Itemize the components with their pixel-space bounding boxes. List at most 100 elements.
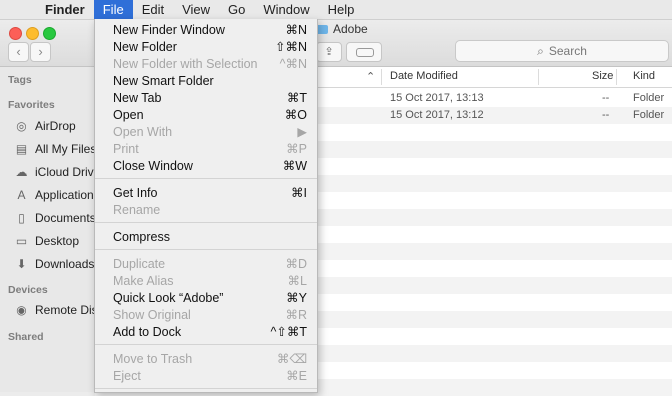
menu-item-new-tab[interactable]: New Tab ⌘T [95,90,317,107]
forward-button[interactable]: › [30,42,51,62]
chevron-left-icon: ‹ [16,44,21,59]
sidebar-item-desktop[interactable]: ▭ Desktop [14,232,94,250]
menu-view[interactable]: View [173,0,219,19]
sidebar-shared-header: Shared [8,331,44,343]
sidebar-item-label: AirDrop [35,119,76,133]
menu-item-shortcut: ⌘T [286,91,307,105]
file-menu: New Finder Window ⌘N New Folder ⇧⌘N New … [94,19,318,393]
menu-item-label: New Folder [113,40,177,54]
menu-item-add-to-dock[interactable]: Add to Dock ^⇧⌘T [95,324,317,341]
row-kind: Folder [633,92,665,104]
sidebar-item-label: iCloud Drive [35,165,95,179]
menu-item-label: Open With [113,125,173,139]
menu-item-shortcut: ⌘I [291,186,307,200]
menu-item-new-finder-window[interactable]: New Finder Window ⌘N [95,22,317,39]
applications-icon: A [17,188,26,202]
download-icon: ⬇ [16,257,27,271]
menu-item-label: Duplicate [113,257,166,271]
column-divider [616,69,617,85]
menu-item-label: Open [113,108,144,122]
menu-file[interactable]: File [93,0,133,19]
column-size[interactable]: Size [592,70,613,82]
sidebar-item-label: Downloads [35,257,95,271]
menu-separator [95,222,317,223]
airdrop-icon: ◎ [16,119,27,133]
search-placeholder: Search [548,44,587,58]
menu-finder[interactable]: Finder [36,0,94,19]
sidebar-item-applications[interactable]: A Applications [14,186,94,204]
chevron-right-icon: › [38,44,43,59]
sidebar-item-documents[interactable]: ▯ Documents [14,209,95,227]
sidebar-item-icloud-drive[interactable]: ☁ iCloud Drive [14,163,95,181]
menu-item-compress[interactable]: Compress [95,229,317,246]
menu-item-open[interactable]: Open ⌘O [95,107,317,124]
sidebar-item-label: Remote Disc [35,303,94,317]
share-icon: ⇪ [324,46,334,58]
menu-item-new-folder-with-selection: New Folder with Selection ^⌘N [95,56,317,73]
menu-window[interactable]: Window [254,0,318,19]
menu-item-shortcut: ^⌘N [279,57,307,71]
menu-item-print: Print ⌘P [95,141,317,158]
menu-item-label: Add to Dock [113,325,182,339]
column-date-modified[interactable]: Date Modified [390,70,458,82]
menu-item-label: New Tab [113,91,162,105]
menu-item-close-window[interactable]: Close Window ⌘W [95,158,317,175]
sidebar-item-all-my-files[interactable]: ▤ All My Files [14,140,94,158]
minimize-window-button[interactable] [26,27,39,40]
menu-separator [95,178,317,179]
menu-item-label: Rename [113,203,161,217]
menu-item-duplicate: Duplicate ⌘D [95,256,317,273]
menu-item-new-smart-folder[interactable]: New Smart Folder [95,73,317,90]
menu-item-move-to-trash: Move to Trash ⌘⌫ [95,351,317,368]
menu-item-label: Compress [113,230,170,244]
menu-go[interactable]: Go [219,0,254,19]
sidebar-item-label: Documents [35,211,95,225]
close-window-button[interactable] [9,27,22,40]
menu-item-shortcut: ⌘R [285,308,307,322]
menu-item-shortcut: ⌘O [284,108,307,122]
sidebar-item-label: Desktop [35,234,80,248]
sidebar-devices-header: Devices [8,284,48,296]
menu-item-new-folder[interactable]: New Folder ⇧⌘N [95,39,317,56]
column-kind[interactable]: Kind [633,70,655,82]
share-button[interactable]: ⇪ [316,42,342,62]
menu-edit[interactable]: Edit [133,0,173,19]
menu-separator [95,249,317,250]
sidebar-item-remote-disc[interactable]: ◉ Remote Disc [14,301,94,319]
menu-item-shortcut: ⌘D [285,257,307,271]
zoom-window-button[interactable] [43,27,56,40]
menu-item-quick-look[interactable]: Quick Look “Adobe” ⌘Y [95,290,317,307]
menu-item-get-info[interactable]: Get Info ⌘I [95,185,317,202]
menu-item-label: Get Info [113,186,158,200]
menu-separator [95,344,317,345]
menu-item-label: Move to Trash [113,352,193,366]
menu-item-shortcut: ⇧⌘N [274,40,307,54]
menu-item-label: New Finder Window [113,23,225,37]
sidebar-tags-header: Tags [8,74,32,86]
search-icon: ⌕ [537,43,544,58]
menu-item-label: New Smart Folder [113,74,214,88]
menu-item-label: Eject [113,369,141,383]
menu-item-shortcut: ^⇧⌘T [270,325,307,339]
sort-chevron-icon[interactable]: ⌃ [366,70,375,83]
menu-item-shortcut: ⌘⌫ [276,352,307,366]
menu-item-label: Quick Look “Adobe” [113,291,224,305]
window-title: Adobe [316,22,368,36]
files-icon: ▤ [15,142,28,156]
menu-item-shortcut: ⌘E [286,369,307,383]
back-button[interactable]: ‹ [8,42,29,62]
menu-help[interactable]: Help [319,0,364,19]
sidebar-item-downloads[interactable]: ⬇ Downloads [14,255,95,273]
row-kind: Folder [633,109,665,121]
sidebar-item-airdrop[interactable]: ◎ AirDrop [14,117,94,135]
search-field[interactable]: ⌕ Search [455,40,669,62]
menu-item-shortcut: ⌘Y [286,291,307,305]
disc-icon: ◉ [16,303,27,317]
column-divider [538,69,539,85]
cloud-icon: ☁ [15,165,28,179]
menu-bar: Finder File Edit View Go Window Help [0,0,672,20]
menu-item-show-original: Show Original ⌘R [95,307,317,324]
menu-item-shortcut: ⌘N [285,23,307,37]
tag-button[interactable] [346,42,382,62]
window-title-text: Adobe [333,22,368,36]
